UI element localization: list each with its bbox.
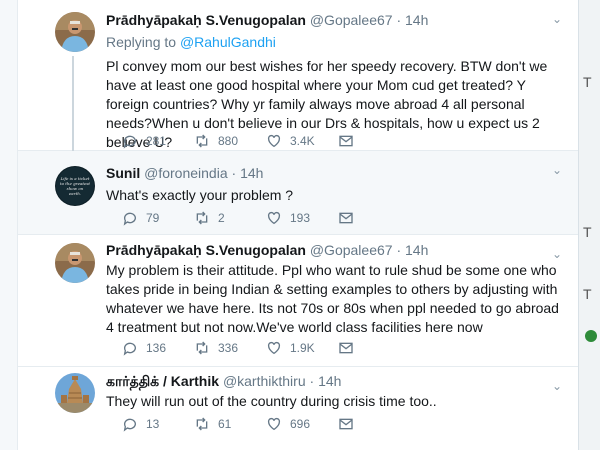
envelope-icon bbox=[339, 418, 353, 430]
retweet-button[interactable]: 880 bbox=[194, 132, 238, 150]
like-count: 1.9K bbox=[290, 341, 315, 355]
edge-text-fragment: T bbox=[583, 224, 592, 240]
tweet-text: They will run out of the country during … bbox=[106, 393, 437, 409]
reply-button[interactable]: 136 bbox=[122, 339, 166, 357]
thread-line bbox=[72, 56, 74, 151]
user-handle[interactable]: @foroneindia bbox=[144, 165, 228, 181]
user-handle[interactable]: @Gopalee67 bbox=[310, 12, 393, 28]
reply-button[interactable]: 281 bbox=[122, 132, 166, 150]
tweet-1[interactable]: ⌄ Prādhyāpakaḥ S.Venugopalan @Gopalee67 … bbox=[18, 0, 578, 151]
tweet-text: What's exactly your problem ? bbox=[106, 187, 294, 203]
avatar-text: Life is a ticket to the greatest show on… bbox=[60, 176, 90, 196]
user-handle[interactable]: @karthikthiru bbox=[223, 373, 306, 389]
display-name[interactable]: Prādhyāpakaḥ S.Venugopalan bbox=[106, 242, 306, 258]
heart-icon bbox=[267, 211, 281, 225]
reply-count: 13 bbox=[146, 417, 160, 431]
tweet-header: Sunil @foroneindia · 14h bbox=[106, 164, 570, 182]
timestamp[interactable]: 14h bbox=[240, 165, 263, 181]
reply-button[interactable]: 79 bbox=[122, 209, 159, 227]
envelope-icon bbox=[339, 135, 353, 147]
reply-count: 79 bbox=[146, 211, 160, 225]
heart-icon bbox=[267, 341, 281, 355]
timestamp[interactable]: 14h bbox=[318, 373, 341, 389]
timestamp[interactable]: 14h bbox=[405, 242, 428, 258]
avatar[interactable] bbox=[55, 243, 95, 283]
retweet-button[interactable]: 336 bbox=[194, 339, 238, 357]
tweet-header: Prādhyāpakaḥ S.Venugopalan @Gopalee67 · … bbox=[106, 241, 570, 259]
envelope-icon bbox=[339, 212, 353, 224]
like-button[interactable]: 193 bbox=[266, 209, 310, 227]
heart-icon bbox=[267, 417, 281, 431]
like-button[interactable]: 1.9K bbox=[266, 339, 315, 357]
display-name[interactable]: Prādhyāpakaḥ S.Venugopalan bbox=[106, 12, 306, 28]
tweet-thread: ⌄ Prādhyāpakaḥ S.Venugopalan @Gopalee67 … bbox=[18, 0, 578, 450]
reply-button[interactable]: 13 bbox=[122, 415, 159, 433]
retweet-icon bbox=[196, 211, 208, 225]
avatar-venugopalan-image bbox=[55, 12, 95, 52]
like-count: 193 bbox=[290, 211, 311, 225]
retweet-button[interactable]: 61 bbox=[194, 415, 231, 433]
retweet-count: 61 bbox=[218, 417, 232, 431]
retweet-count: 336 bbox=[218, 341, 239, 355]
timestamp[interactable]: 14h bbox=[405, 12, 428, 28]
left-edge-strip bbox=[0, 0, 18, 450]
retweet-icon bbox=[196, 134, 208, 148]
tweet-3[interactable]: ⌄ Prādhyāpakaḥ S.Venugopalan @Gopalee67 … bbox=[18, 235, 578, 367]
separator-dot: · bbox=[396, 242, 402, 258]
replying-to: Replying to @RahulGandhi bbox=[106, 33, 570, 51]
separator-dot: · bbox=[396, 12, 402, 28]
avatar[interactable] bbox=[55, 12, 95, 52]
like-button[interactable]: 3.4K bbox=[266, 132, 315, 150]
edge-text-fragment: T bbox=[583, 286, 592, 302]
separator-dot: · bbox=[231, 165, 237, 181]
like-count: 3.4K bbox=[290, 134, 315, 148]
reply-icon bbox=[123, 135, 136, 149]
right-edge-strip: T T T bbox=[578, 0, 600, 450]
edge-text-fragment: T bbox=[583, 74, 592, 90]
reply-count: 281 bbox=[146, 134, 167, 148]
mention-link[interactable]: @RahulGandhi bbox=[180, 34, 276, 50]
envelope-icon bbox=[339, 342, 353, 354]
edge-color-dot bbox=[585, 330, 597, 342]
user-handle[interactable]: @Gopalee67 bbox=[310, 242, 393, 258]
tweet-header: கார்த்திக் / Karthik @karthikthiru · 14h bbox=[106, 372, 570, 390]
avatar[interactable] bbox=[55, 373, 95, 413]
reply-count: 136 bbox=[146, 341, 167, 355]
retweet-icon bbox=[196, 417, 208, 431]
direct-message-button[interactable] bbox=[338, 415, 362, 433]
direct-message-button[interactable] bbox=[338, 209, 362, 227]
heart-icon bbox=[267, 134, 281, 148]
tweet-header: Prādhyāpakaḥ S.Venugopalan @Gopalee67 · … bbox=[106, 11, 570, 29]
retweet-icon bbox=[196, 341, 208, 355]
reply-icon bbox=[123, 212, 136, 226]
separator-dot: · bbox=[309, 373, 315, 389]
display-name[interactable]: Sunil bbox=[106, 165, 140, 181]
avatar-karthik-temple-image bbox=[55, 373, 95, 413]
reply-icon bbox=[123, 342, 136, 356]
like-button[interactable]: 696 bbox=[266, 415, 310, 433]
display-name[interactable]: கார்த்திக் / Karthik bbox=[106, 373, 219, 389]
retweet-count: 2 bbox=[218, 211, 225, 225]
reply-icon bbox=[123, 418, 136, 432]
tweet-2[interactable]: Life is a ticket to the greatest show on… bbox=[18, 151, 578, 235]
tweet-4[interactable]: ⌄ கார்த்திக் / Karthik @karthikthiru · 1… bbox=[18, 367, 578, 450]
retweet-count: 880 bbox=[218, 134, 239, 148]
direct-message-button[interactable] bbox=[338, 132, 362, 150]
tweet-text: My problem is their attitude. Ppl who wa… bbox=[106, 262, 559, 335]
avatar[interactable]: Life is a ticket to the greatest show on… bbox=[55, 166, 95, 206]
like-count: 696 bbox=[290, 417, 311, 431]
retweet-button[interactable]: 2 bbox=[194, 209, 225, 227]
direct-message-button[interactable] bbox=[338, 339, 362, 357]
replying-label: Replying to bbox=[106, 34, 177, 50]
avatar-venugopalan-image bbox=[55, 243, 95, 283]
